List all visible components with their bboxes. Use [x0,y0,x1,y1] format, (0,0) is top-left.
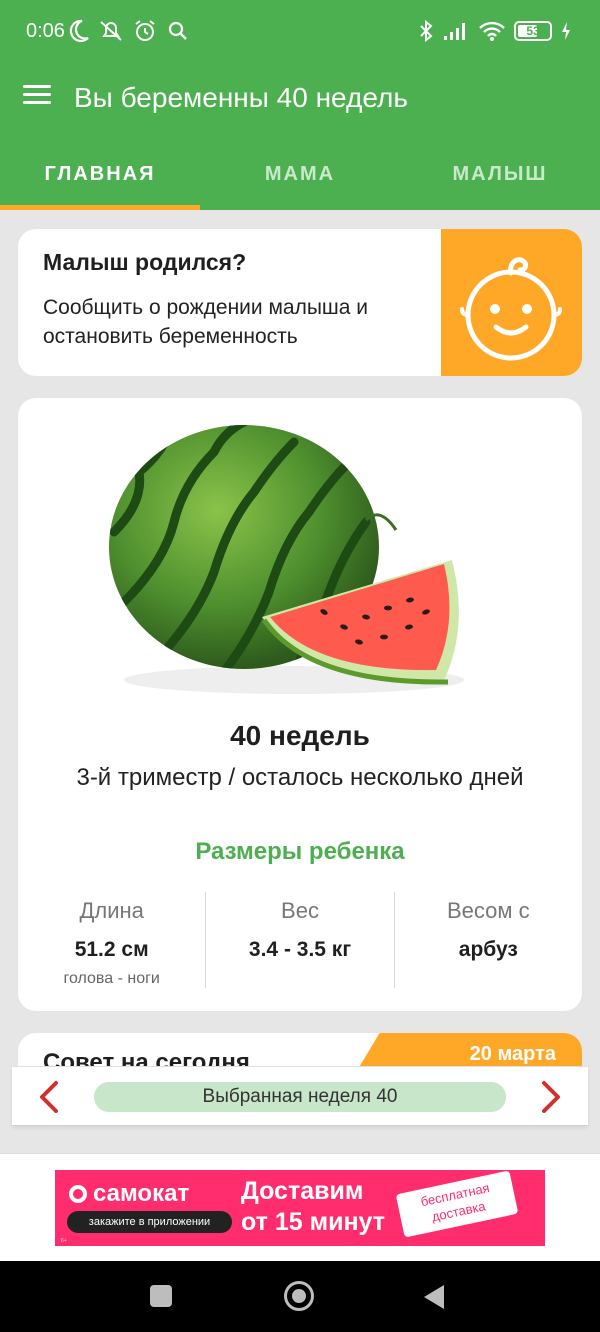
baby-born-action[interactable] [441,229,582,376]
app-bar: Вы беременны 40 недель [0,64,600,132]
ad-slogan-line1: Доставим [241,1177,364,1205]
date-badge-text: 20 марта [469,1043,556,1065]
recent-apps-button[interactable] [150,1285,172,1307]
screen: 0:06 53 Вы беременны 40 недель ГЛАВНАЯ М… [0,0,600,1332]
week-selector: Выбранная неделя 40 [12,1066,588,1126]
ad-banner[interactable]: самокат закажите в приложении Доставим о… [55,1170,545,1246]
stat-length-value: 51.2 см [74,938,149,961]
menu-icon [20,85,54,104]
baby-born-description: Сообщить о рождении малыша и остановить … [43,296,369,348]
ad-sticker: бесплатная доставка [395,1170,519,1238]
bluetooth-icon [420,19,433,43]
system-nav-bar [0,1261,600,1332]
home-button[interactable] [284,1281,314,1311]
notifications-off-icon [100,21,122,41]
tab-mom[interactable]: МАМА [200,132,400,210]
stat-compare-value: арбуз [458,938,518,961]
moon-icon [69,19,89,43]
chevron-left-icon [40,1081,58,1113]
next-week-button[interactable] [532,1079,568,1115]
baby-born-heading: Малыш родился? [43,249,247,275]
status-bar: 0:06 53 [0,0,600,64]
tab-baby[interactable]: МАЛЫШ [400,132,600,210]
ad-slogan-line2: от 15 минут [241,1208,386,1236]
status-left-icons [68,18,190,44]
previous-week-button[interactable] [32,1079,68,1115]
search-icon [168,21,187,40]
stat-length-label: Длина [79,898,144,923]
weeks-count: 40 недель [230,720,370,751]
stat-length: Длина 51.2 см голова - ноги [18,892,205,988]
baby-face-icon [460,257,562,361]
status-right-icons: 53 [418,18,572,44]
ad-brand: самокат [69,1180,189,1208]
stat-compare-label: Весом с [447,898,530,923]
stat-weight-value: 3.4 - 3.5 кг [248,938,352,961]
stat-length-sub: голова - ноги [63,970,160,987]
trimester-text: 3-й триместр / осталось несколько дней [76,764,524,791]
status-time: 0:06 [26,20,65,42]
back-button[interactable] [424,1285,444,1309]
wifi-icon [479,21,505,41]
menu-button[interactable] [20,80,54,114]
baby-born-card[interactable]: Малыш родился? Сообщить о рождении малыш… [18,229,582,376]
battery-icon: 53 [514,21,552,41]
stat-weight: Вес 3.4 - 3.5 кг [205,892,393,988]
page-title: Вы беременны 40 недель [74,82,408,113]
stat-compare: Весом с арбуз [393,892,582,988]
chevron-right-icon [542,1081,560,1113]
ad-slogan: Доставим от 15 минут [241,1176,385,1238]
selected-week-label: Выбранная неделя 40 [94,1082,506,1112]
alarm-icon [135,20,155,41]
charging-icon [562,22,570,40]
ad-app-button: закажите в приложении [67,1211,232,1233]
signal-icon [444,23,465,40]
stat-weight-label: Вес [281,898,319,923]
week-info-card: 40 недель 3-й триместр / осталось нескол… [18,398,582,1011]
ad-brand-name: самокат [93,1180,190,1207]
ad-age-rating: 6+ [61,1238,67,1244]
tab-bar: ГЛАВНАЯ МАМА МАЛЫШ [0,132,600,210]
baby-stats: Длина 51.2 см голова - ноги Вес 3.4 - 3.… [18,892,582,988]
baby-sizes-title: Размеры ребенка [195,838,405,865]
tab-main[interactable]: ГЛАВНАЯ [0,132,200,210]
samokat-logo-icon [69,1185,87,1203]
watermelon-image [109,425,464,694]
ad-area: самокат закажите в приложении Доставим о… [0,1153,600,1261]
battery-level: 53 [526,24,540,38]
